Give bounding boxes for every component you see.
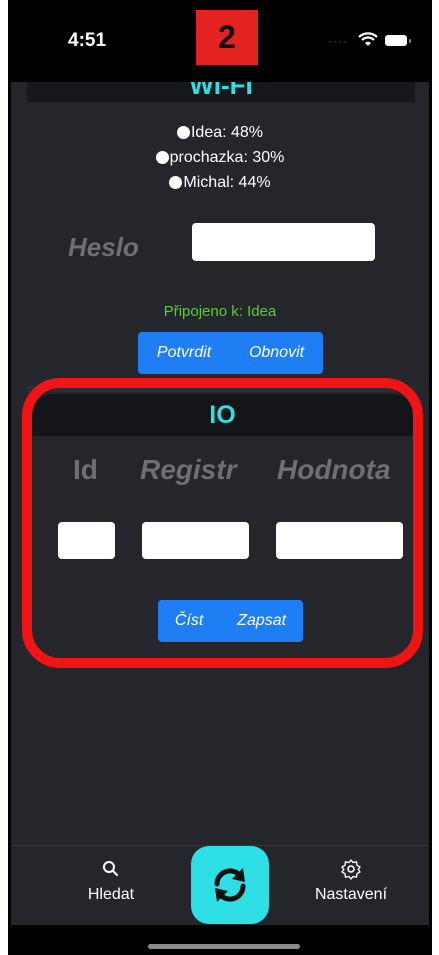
register-input[interactable] (142, 522, 249, 559)
wifi-button-group: Potvrdit Obnovit (138, 332, 323, 374)
value-column-label: Hodnota (277, 454, 391, 485)
radio-icon[interactable] (169, 176, 183, 189)
wifi-icon (358, 32, 378, 46)
id-column-label: Id (73, 454, 98, 485)
id-input[interactable] (58, 522, 115, 559)
network-option[interactable]: Michal: 44% (11, 170, 429, 195)
register-column-label: Registr (140, 454, 237, 485)
radio-icon[interactable] (155, 151, 169, 164)
status-icons: ···· (328, 32, 428, 52)
battery-icon (385, 35, 407, 46)
confirm-button[interactable]: Potvrdit (147, 344, 221, 362)
battery-tip (409, 39, 411, 43)
network-list: Idea: 48% prochazka: 30% Michal: 44% (11, 120, 429, 195)
gear-icon (341, 859, 361, 880)
bottom-safe-area (11, 925, 429, 955)
connected-status: Připojeno k: Idea (163, 303, 277, 320)
read-button[interactable]: Číst (165, 612, 213, 630)
value-input[interactable] (276, 522, 403, 559)
tab-settings-label: Nastavení (314, 886, 388, 903)
tab-search[interactable]: Hledat (81, 858, 141, 904)
network-option[interactable]: prochazka: 30% (11, 145, 429, 170)
network-option[interactable]: Idea: 48% (11, 120, 429, 145)
write-button[interactable]: Zapsat (227, 612, 296, 630)
main-screen: WI-FI Idea: 48% prochazka: 30% Michal: 4… (11, 82, 429, 845)
refresh-button[interactable]: Obnovit (239, 344, 314, 362)
password-input[interactable] (192, 223, 375, 261)
network-label: prochazka: 30% (169, 148, 285, 166)
search-icon (103, 861, 119, 877)
wifi-title: WI-FI (189, 82, 253, 100)
tab-bar: Hledat Nastavení (11, 845, 429, 926)
tab-search-label: Hledat (87, 886, 135, 903)
step-badge: 2 (196, 10, 258, 65)
phone-frame: 4:51 2 ···· WI-FI Idea: 48% prochazka: 3… (8, 0, 432, 955)
io-button-group: Číst Zapsat (158, 600, 303, 642)
wifi-section-header: WI-FI (27, 82, 415, 102)
home-indicator[interactable] (148, 944, 300, 949)
network-label: Michal: 44% (183, 173, 271, 191)
tab-settings[interactable]: Nastavení (301, 858, 401, 904)
sync-button[interactable] (191, 846, 269, 924)
radio-icon[interactable] (176, 126, 190, 139)
password-label: Heslo (68, 232, 139, 262)
status-bar: 4:51 2 ···· (8, 0, 432, 82)
clock: 4:51 (68, 30, 107, 51)
network-label: Idea: 48% (190, 123, 264, 141)
sync-icon (214, 868, 246, 902)
signal-dots-icon: ···· (328, 34, 348, 48)
